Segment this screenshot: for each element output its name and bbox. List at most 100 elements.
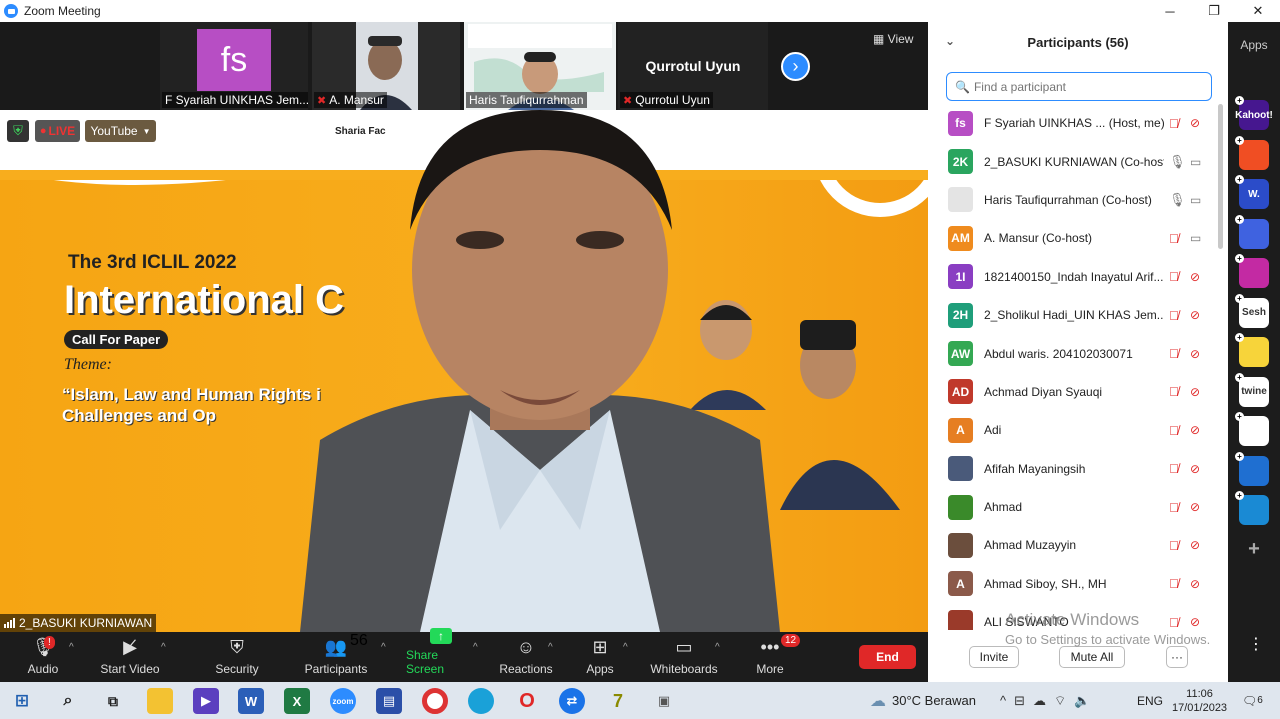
cloud-icon[interactable]: ☁	[1033, 693, 1046, 709]
minimize-button[interactable]: ─	[1148, 0, 1192, 22]
app-icon[interactable]: +	[1235, 135, 1269, 170]
search-input[interactable]	[973, 79, 1204, 94]
mic-muted-icon[interactable]: 🎙̸	[1169, 269, 1179, 284]
task-view-icon[interactable]: ⧉	[100, 688, 126, 714]
video-camera-icon[interactable]: ▭	[1190, 231, 1201, 245]
mic-muted-icon[interactable]: 🎙̸	[1169, 423, 1179, 438]
participant-row[interactable]: 2H 2_Sholikul Hadi_UIN KHAS Jem... 🎙̸ ⊘	[928, 296, 1218, 334]
participant-row[interactable]: 1I 1821400150_Indah Inayatul Arif... 🎙̸ ⊘	[928, 258, 1218, 296]
participant-row[interactable]: A Ahmad Siboy, SH., MH 🎙̸ ⊘	[928, 565, 1218, 603]
app-icon[interactable]: ▤	[376, 688, 402, 714]
microphone-icon[interactable]: 🎙	[1169, 154, 1186, 170]
close-button[interactable]: ✕	[1236, 0, 1280, 22]
participant-row[interactable]: fs F Syariah UINKHAS ... (Host, me) 🎙̸ ⊘	[928, 104, 1218, 142]
more-vertical-icon[interactable]: ⋮	[1248, 634, 1264, 654]
word-icon[interactable]: W	[238, 688, 264, 714]
video-off-icon[interactable]: ⊘	[1190, 462, 1200, 476]
apps-options-caret[interactable]: ^	[623, 642, 628, 653]
maximize-button[interactable]: ❐	[1192, 0, 1236, 22]
app-icon[interactable]: +	[1235, 412, 1269, 446]
search-icon[interactable]: ⌕	[55, 688, 81, 714]
live-badge[interactable]: ● LIVE	[35, 120, 80, 142]
app-icon[interactable]: ▣	[651, 688, 677, 714]
video-off-icon[interactable]: ⊘	[1190, 116, 1200, 130]
collapse-chevron-icon[interactable]: ⌄	[945, 34, 955, 48]
app-icon[interactable]: +	[1235, 214, 1269, 249]
opera-icon[interactable]: O	[514, 688, 540, 714]
volume-icon[interactable]: 🔈	[1074, 693, 1090, 709]
mic-muted-icon[interactable]: 🎙̸	[1169, 576, 1179, 591]
mic-muted-icon[interactable]: 🎙̸	[1169, 461, 1179, 476]
app-icon[interactable]: + twine	[1235, 372, 1269, 407]
file-explorer-icon[interactable]	[147, 688, 173, 714]
video-camera-icon[interactable]: ▭	[1190, 155, 1201, 169]
mic-muted-icon[interactable]: 🎙̸	[1169, 538, 1179, 553]
participant-row[interactable]: AM A. Mansur (Co-host) 🎙̸ ▭	[928, 219, 1218, 257]
end-meeting-button[interactable]: End	[859, 645, 916, 669]
audio-options-caret[interactable]: ^	[69, 642, 74, 653]
windows-start-icon[interactable]: ⊞	[9, 688, 35, 714]
security-shield-icon[interactable]: ⛨	[7, 120, 29, 142]
app-icon[interactable]: +	[1235, 254, 1269, 288]
video-off-icon[interactable]: ⊘	[1190, 270, 1200, 284]
microphone-icon[interactable]: 🎙	[1169, 192, 1186, 208]
app-icon[interactable]: + Kahoot!	[1235, 96, 1273, 130]
participant-row[interactable]: Afifah Mayaningsih 🎙̸ ⊘	[928, 450, 1218, 488]
app-icon[interactable]: + W.	[1235, 175, 1269, 209]
chevron-up-icon[interactable]: ^	[1000, 693, 1006, 708]
thumb-haris[interactable]: Haris Taufiqurrahman	[464, 22, 616, 110]
video-options-caret[interactable]: ^	[161, 642, 166, 653]
apps-button[interactable]: ⊞ Apps	[580, 632, 620, 682]
app-icon[interactable]: +	[1235, 333, 1269, 367]
chrome-icon[interactable]	[422, 688, 448, 714]
participant-row[interactable]: AW Abdul waris. 204102030071 🎙̸ ⊘	[928, 334, 1218, 372]
notifications-button[interactable]: 🗨 6	[1242, 682, 1263, 719]
view-button[interactable]: ▦ View	[873, 32, 913, 46]
zoom-taskbar-icon[interactable]: zoom	[330, 688, 356, 714]
share-screen-button[interactable]: ↑ Share Screen	[406, 628, 476, 682]
start-video-button[interactable]: ▶̸ Start Video	[100, 632, 160, 682]
weather-widget[interactable]: ☁ 30°C Berawan	[870, 682, 976, 719]
scrollbar[interactable]	[1218, 104, 1223, 249]
security-button[interactable]: ⛨ Security	[212, 632, 262, 682]
mic-muted-icon[interactable]: 🎙̸	[1169, 500, 1179, 515]
mic-muted-icon[interactable]: 🎙̸	[1169, 308, 1179, 323]
video-camera-icon[interactable]: ▭	[1190, 193, 1201, 207]
whiteboards-options-caret[interactable]: ^	[715, 642, 720, 653]
add-app-icon[interactable]: +	[1239, 534, 1269, 564]
reactions-options-caret[interactable]: ^	[548, 642, 553, 653]
whiteboards-button[interactable]: ▭ Whiteboards	[648, 632, 720, 682]
video-off-icon[interactable]: ⊘	[1190, 538, 1200, 552]
participant-row[interactable]: Ahmad 🎙̸ ⊘	[928, 488, 1218, 526]
teamviewer-icon[interactable]: ⇄	[559, 688, 585, 714]
video-off-icon[interactable]: ⊘	[1190, 423, 1200, 437]
mic-muted-icon[interactable]: 🎙̸	[1169, 384, 1179, 399]
language-indicator[interactable]: ENG	[1137, 682, 1163, 719]
app-icon[interactable]: +	[1235, 451, 1269, 486]
audio-button[interactable]: 🎙 Audio	[20, 632, 66, 682]
thumb-f-syariah[interactable]: fs F Syariah UINKHAS Jem...	[160, 22, 308, 110]
wifi-icon[interactable]: ⌔	[1054, 693, 1066, 709]
edge-icon[interactable]	[468, 688, 494, 714]
mic-muted-icon[interactable]: 🎙̸	[1169, 346, 1179, 361]
network-icon[interactable]: ⊟	[1014, 693, 1025, 709]
clock[interactable]: 11:06 17/01/2023	[1172, 682, 1227, 719]
app-icon[interactable]: + Sesh	[1235, 293, 1269, 328]
mic-muted-icon[interactable]: 🎙̸	[1169, 116, 1179, 131]
7zip-icon[interactable]: 7	[605, 688, 631, 714]
participant-search[interactable]: 🔍	[946, 72, 1212, 101]
participant-row[interactable]: Haris Taufiqurrahman (Co-host) 🎙 ▭	[928, 181, 1218, 219]
video-off-icon[interactable]: ⊘	[1190, 385, 1200, 399]
mic-muted-icon[interactable]: 🎙̸	[1169, 231, 1179, 246]
media-app-icon[interactable]: ▶	[193, 688, 219, 714]
participant-row[interactable]: 2K 2_BASUKI KURNIAWAN (Co-host) 🎙 ▭	[928, 142, 1218, 180]
participants-options-caret[interactable]: ^	[381, 642, 386, 653]
thumb-qurrotul[interactable]: Qurrotul Uyun ✖ Qurrotul Uyun	[618, 22, 768, 110]
thumb-a-mansur[interactable]: ✖ A. Mansur	[312, 22, 460, 110]
video-off-icon[interactable]: ⊘	[1190, 577, 1200, 591]
video-off-icon[interactable]: ⊘	[1190, 500, 1200, 514]
next-page-button[interactable]: ›	[781, 52, 810, 81]
participant-row[interactable]: A Adi 🎙̸ ⊘	[928, 411, 1218, 449]
video-off-icon[interactable]: ⊘	[1190, 347, 1200, 361]
participant-row[interactable]: AD Achmad Diyan Syauqi 🎙̸ ⊘	[928, 373, 1218, 411]
